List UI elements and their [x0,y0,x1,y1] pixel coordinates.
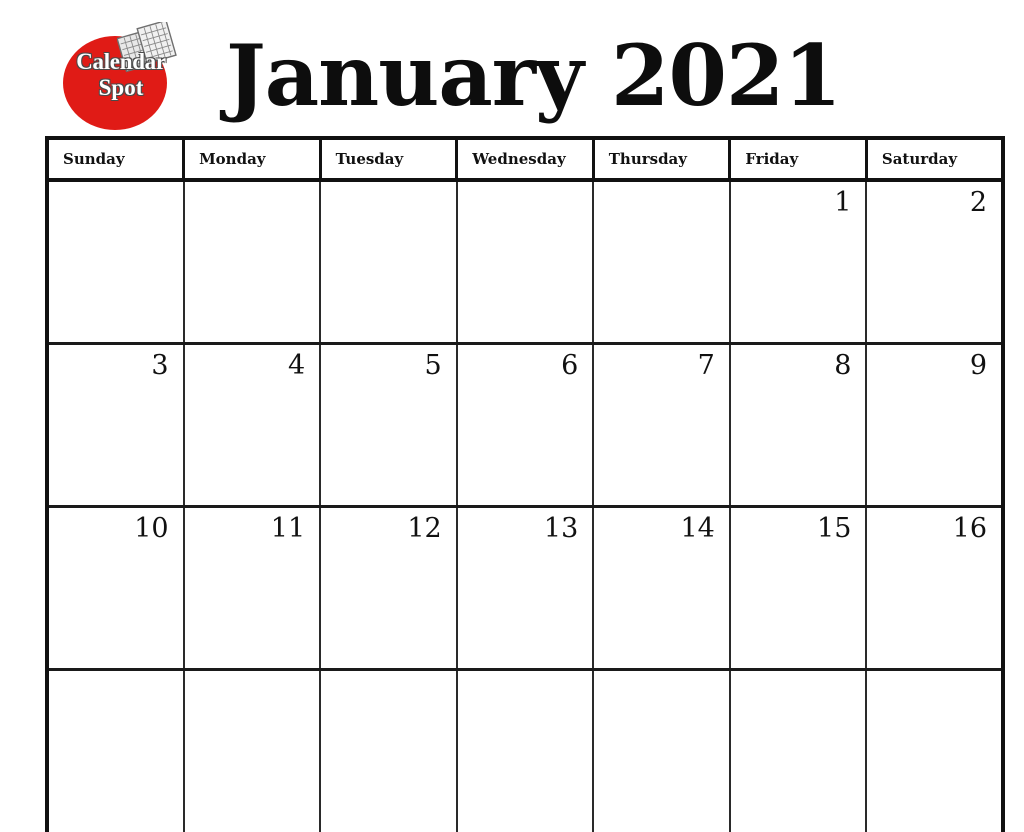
calendar-day-cell[interactable]: 2 [866,180,1003,345]
calendar-day-cell[interactable] [593,180,731,345]
weekday-header-monday: Monday [183,138,322,182]
page-title: January 2021 [226,26,842,125]
day-number: 15 [817,512,852,544]
weekday-header-saturday: Saturday [866,138,1003,182]
day-number: 7 [697,349,715,381]
calendar-spot-logo[interactable]: Calendar Spot [57,19,185,130]
calendar-week-row: 3 4 5 6 7 8 9 [47,343,1003,508]
day-number: 11 [270,512,306,544]
calendar-week-row: 1 2 [47,180,1003,345]
calendar-day-cell[interactable]: 10 [47,506,185,671]
calendar-day-cell[interactable] [320,180,458,345]
day-number: 2 [969,187,987,218]
weekday-header-friday: Friday [729,138,868,182]
calendar-day-cell[interactable] [183,180,322,345]
day-number: 10 [134,512,169,544]
day-number: 5 [424,349,442,381]
day-number: 9 [969,349,987,381]
calendar-day-cell[interactable] [183,669,322,832]
weekday-header-tuesday: Tuesday [320,138,459,182]
weekday-header-sunday: Sunday [47,138,186,182]
weekday-header-wednesday: Wednesday [456,138,595,182]
calendar-day-cell[interactable]: 15 [729,506,868,671]
day-number: 12 [407,512,442,544]
calendar-day-cell[interactable]: 6 [456,343,595,508]
weekday-header-row: Sunday Monday Tuesday Wednesday Thursday… [47,138,1003,182]
logo-word-spot: Spot [98,75,144,100]
calendar-body: 1 2 3 4 5 6 7 8 9 10 11 12 13 14 15 16 [47,180,1003,832]
calendar-week-row: 10 11 12 13 14 15 16 [47,506,1003,671]
calendar-day-cell[interactable]: 5 [320,343,458,508]
calendar-day-cell[interactable]: 13 [456,506,595,671]
calendar-day-cell[interactable] [456,669,595,832]
calendar-day-cell[interactable]: 1 [729,180,868,345]
calendar-day-cell[interactable] [47,180,185,345]
calendar-day-cell[interactable]: 12 [320,506,458,671]
day-number: 13 [543,512,579,544]
page-header: Calendar Spot January 2021 [0,0,1024,136]
calendar-table: Sunday Monday Tuesday Wednesday Thursday… [45,136,1005,832]
day-number: 6 [561,349,579,381]
calendar-day-cell[interactable]: 7 [593,343,731,508]
day-number: 16 [952,512,987,544]
calendar-day-cell[interactable]: 16 [866,506,1003,671]
logo-wordmark: Calendar Spot [57,50,185,99]
calendar-day-cell[interactable] [866,669,1003,832]
logo-word-calendar: Calendar [76,49,166,74]
calendar-day-cell[interactable]: 9 [866,343,1003,508]
day-number: 14 [680,512,715,544]
calendar-day-cell[interactable] [47,669,185,832]
calendar-day-cell[interactable] [729,669,868,832]
calendar-day-cell[interactable] [593,669,731,832]
calendar-day-cell[interactable] [320,669,458,832]
calendar-day-cell[interactable]: 3 [47,343,185,508]
calendar-day-cell[interactable]: 11 [183,506,322,671]
day-number: 1 [834,187,852,218]
calendar-page: Calendar Spot January 2021 Sunday Monday… [0,0,1024,832]
calendar-grid: Sunday Monday Tuesday Wednesday Thursday… [45,136,1005,832]
day-number: 8 [834,349,852,381]
calendar-day-cell[interactable] [456,180,595,345]
calendar-week-row [47,669,1003,832]
calendar-day-cell[interactable]: 4 [183,343,322,508]
day-number: 4 [287,349,306,381]
calendar-day-cell[interactable]: 8 [729,343,868,508]
day-number: 3 [151,349,169,381]
calendar-day-cell[interactable]: 14 [593,506,731,671]
weekday-header-thursday: Thursday [593,138,732,182]
